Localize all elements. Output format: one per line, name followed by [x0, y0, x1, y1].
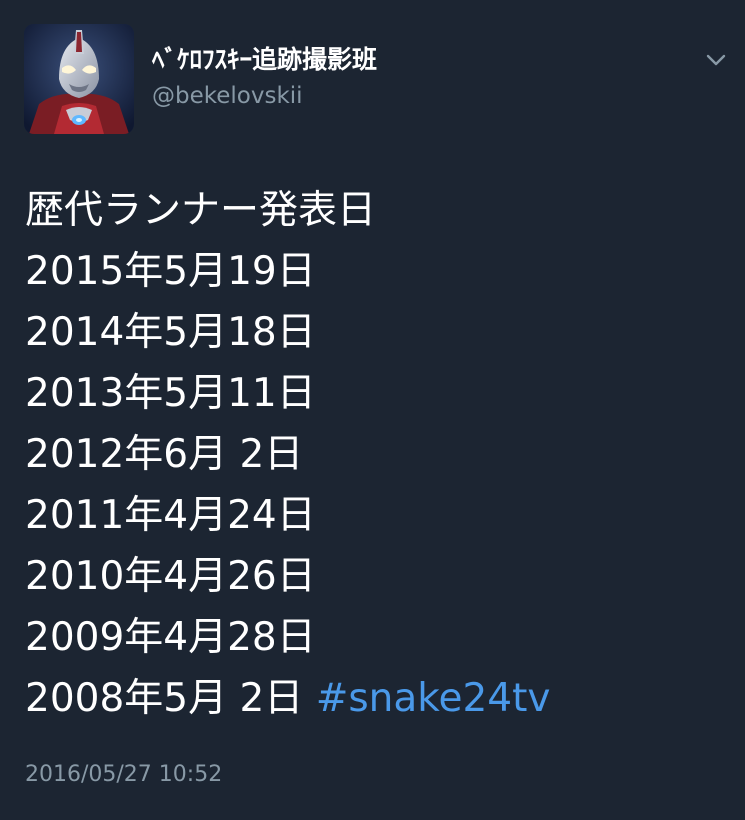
tweet-line: 2013年5月11日	[25, 371, 316, 416]
tweet-text: 歴代ランナー発表日 2015年5月19日 2014年5月18日 2013年5月1…	[25, 180, 725, 729]
tweet-line: 2012年6月 2日	[25, 432, 304, 477]
tweet-line: 2015年5月19日	[25, 249, 316, 294]
chevron-down-icon[interactable]	[703, 50, 729, 70]
tweet-line: 2009年4月28日	[25, 615, 316, 660]
user-handle[interactable]: @bekelovskii	[152, 83, 303, 109]
tweet-line: 2014年5月18日	[25, 310, 316, 355]
tweet-line: 2010年4月26日	[25, 554, 316, 599]
tweet-line: 2011年4月24日	[25, 493, 316, 538]
display-name[interactable]: ﾍﾞｹﾛﾌｽｷｰ追跡撮影班	[152, 40, 377, 76]
timestamp[interactable]: 2016/05/27 10:52	[25, 762, 222, 787]
hashtag-link[interactable]: #snake24tv	[316, 676, 551, 721]
tweet-line: 歴代ランナー発表日	[25, 188, 377, 233]
tweet-card: ﾍﾞｹﾛﾌｽｷｰ追跡撮影班 @bekelovskii 歴代ランナー発表日 201…	[0, 0, 745, 820]
tweet-line-text: 2008年5月 2日	[25, 676, 304, 721]
avatar[interactable]	[24, 24, 134, 134]
ultraman-avatar-icon	[24, 24, 134, 134]
tweet-line-last: 2008年5月 2日 #snake24tv	[25, 668, 725, 729]
